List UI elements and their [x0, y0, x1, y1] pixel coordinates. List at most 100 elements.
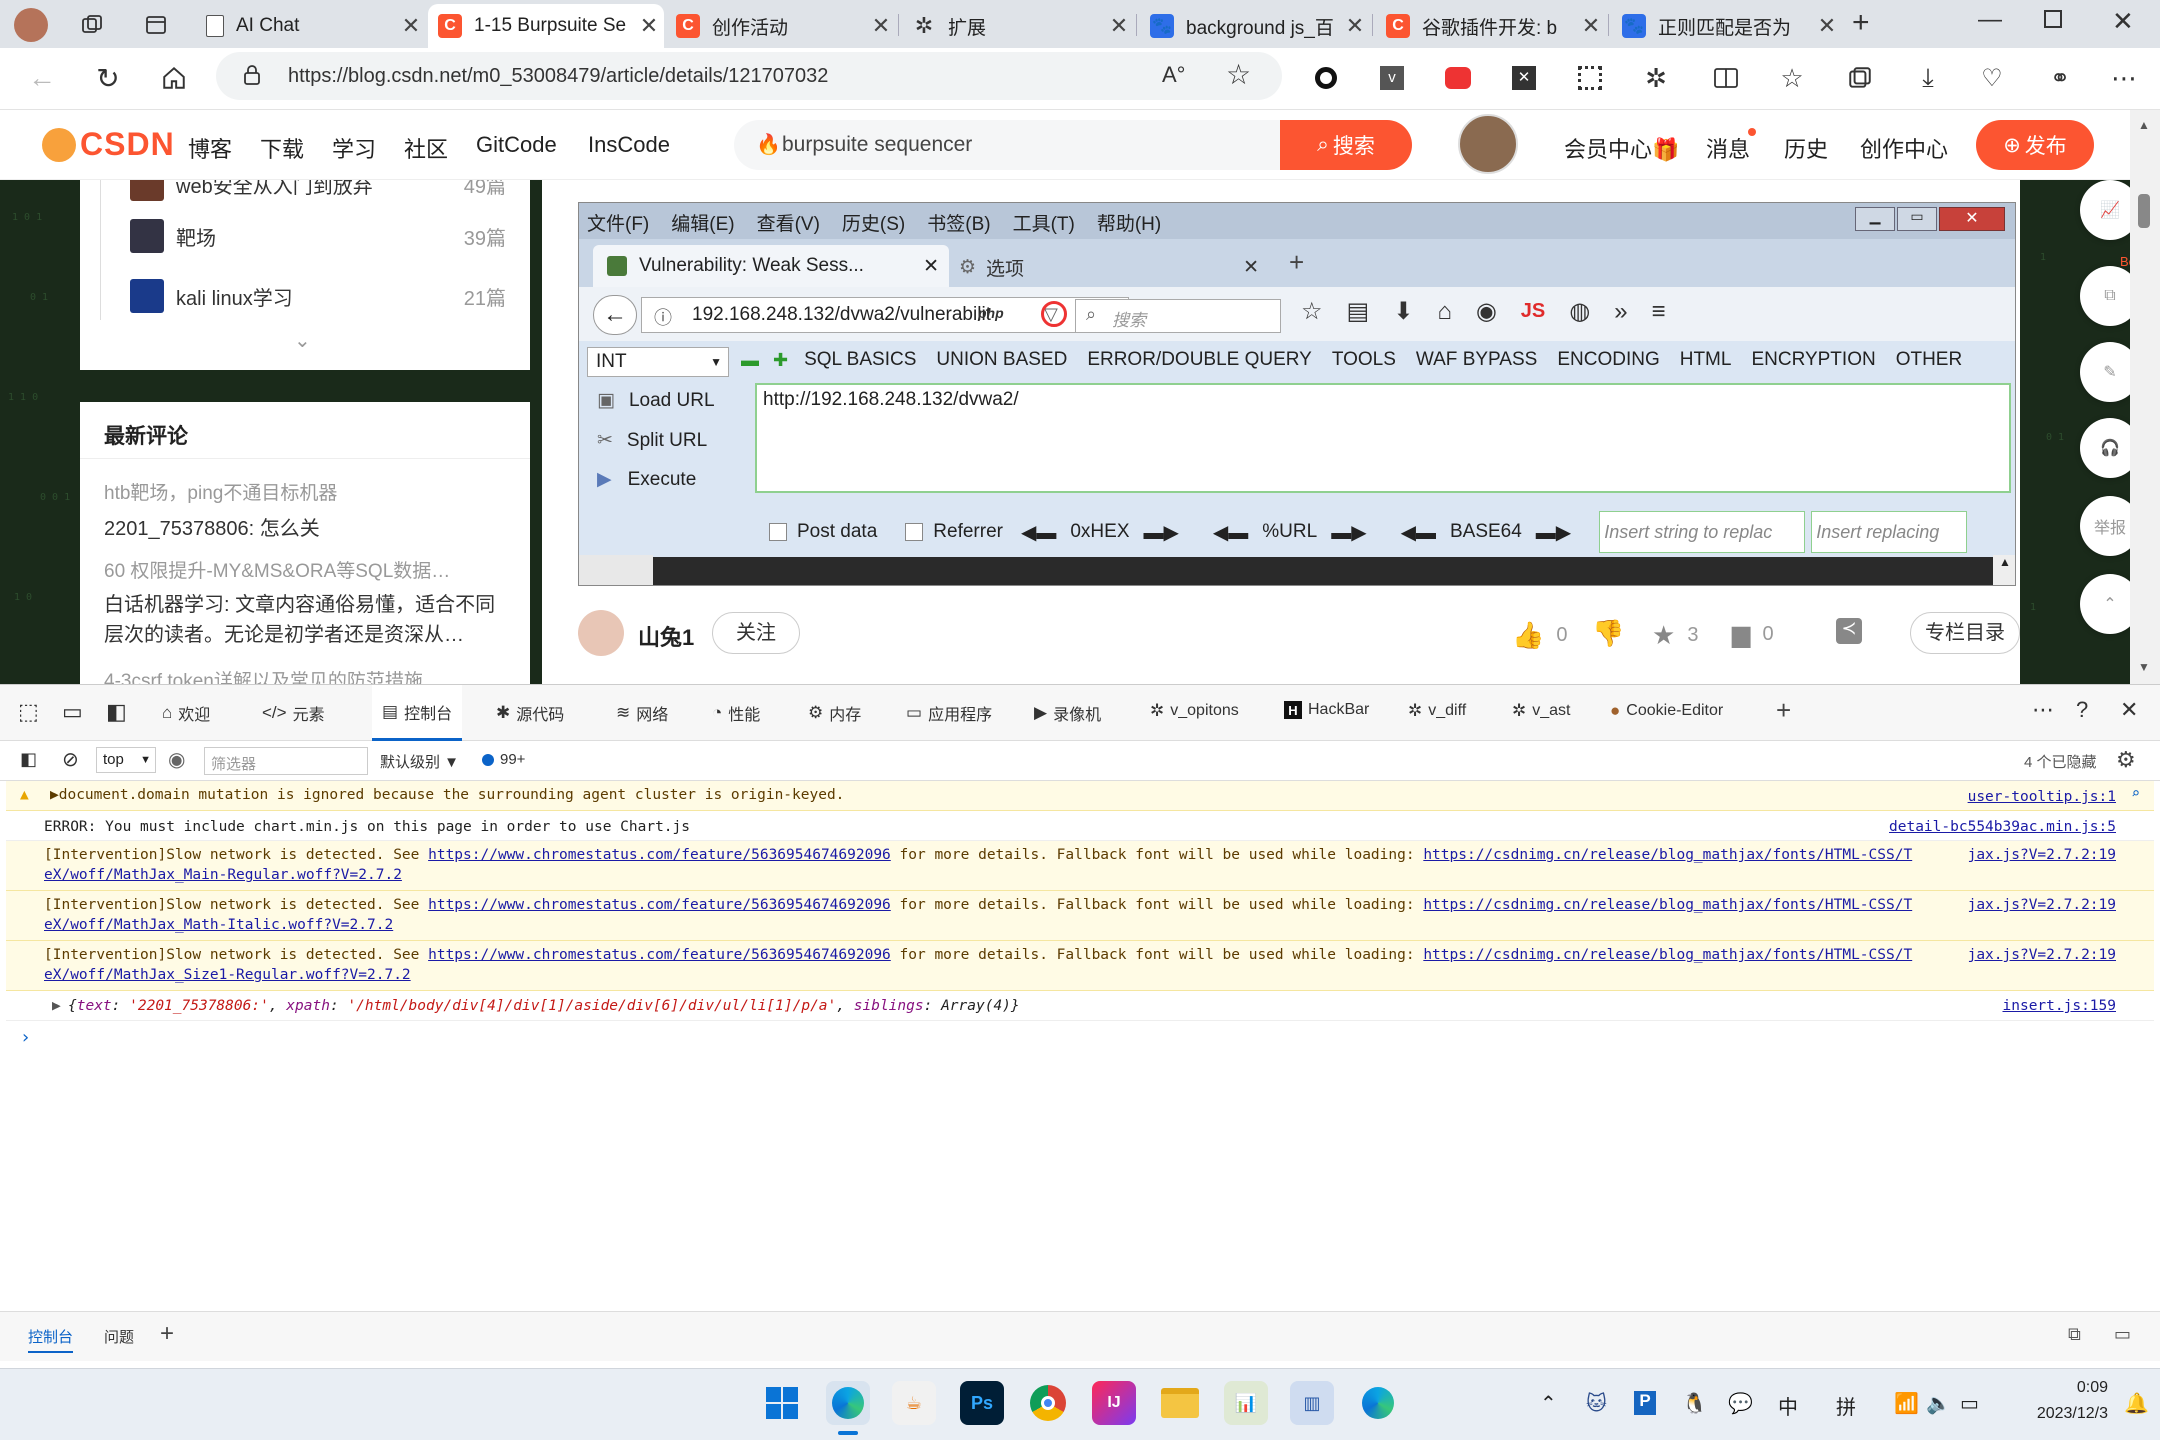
- wechat-icon[interactable]: 💬: [1728, 1391, 1753, 1416]
- tab-sources[interactable]: ✱ 源代码: [496, 701, 564, 725]
- split-screen-icon[interactable]: [1706, 58, 1746, 98]
- intellij-icon[interactable]: IJ: [1092, 1381, 1136, 1425]
- notification-bell-icon[interactable]: 🔔: [2124, 1391, 2149, 1416]
- csdn-search-input[interactable]: 🔥 burpsuite sequencer: [734, 120, 1280, 170]
- profile-avatar[interactable]: [14, 8, 48, 42]
- tray-app-icon[interactable]: 🐱: [1586, 1391, 1607, 1416]
- window-close-button[interactable]: ✕: [2112, 6, 2134, 37]
- member-center-link[interactable]: 会员中心🎁: [1564, 132, 1679, 164]
- extension-red-icon[interactable]: [1438, 58, 1478, 98]
- console-warning[interactable]: [Intervention]Slow network is detected. …: [6, 941, 2154, 991]
- csdn-search-button[interactable]: ⌕ 搜索: [1280, 120, 1412, 170]
- favorites-icon[interactable]: ☆: [1772, 58, 1812, 98]
- author-avatar[interactable]: [578, 610, 624, 656]
- publish-button[interactable]: ⊕ 发布: [1976, 120, 2094, 170]
- chrome-icon[interactable]: [1026, 1381, 1070, 1425]
- thumbs-down-icon[interactable]: 👎: [1592, 618, 1624, 649]
- console-warning[interactable]: ▲ ▶document.domain mutation is ignored b…: [6, 781, 2154, 811]
- message-link[interactable]: https://www.chromestatus.com/feature/563…: [428, 947, 891, 963]
- clock-time[interactable]: 0:09: [2010, 1379, 2108, 1397]
- close-icon[interactable]: ✕: [1340, 13, 1370, 39]
- drawer-tab-console[interactable]: 控制台: [28, 1326, 74, 1353]
- close-icon[interactable]: ✕: [1812, 13, 1842, 39]
- drawer-tab-issues[interactable]: 问题: [104, 1326, 134, 1347]
- message-link[interactable]: https://csdnimg.cn/release/blog_mathjax/…: [1423, 897, 1912, 913]
- extension-x-icon[interactable]: ✕: [1504, 58, 1544, 98]
- tab-hackbar[interactable]: H HackBar: [1284, 701, 1369, 719]
- edit-icon[interactable]: ✎: [2080, 342, 2130, 402]
- messages-link[interactable]: 消息: [1706, 132, 1750, 164]
- console-message[interactable]: ERROR: You must include chart.min.js on …: [6, 811, 2154, 841]
- context-select[interactable]: top ▼: [96, 747, 156, 773]
- message-link[interactable]: https://www.chromestatus.com/feature/563…: [428, 847, 891, 863]
- column-item[interactable]: kali linux学习 21篇: [130, 276, 530, 316]
- sidebar-toggle-icon[interactable]: ◧: [20, 749, 37, 770]
- file-explorer-icon[interactable]: [1158, 1381, 1202, 1425]
- inspect-icon[interactable]: ⬚: [18, 699, 39, 725]
- close-icon[interactable]: ✕: [396, 13, 426, 39]
- clear-console-icon[interactable]: ⊘: [62, 747, 79, 772]
- favorite-button[interactable]: ★ 3: [1652, 620, 1698, 651]
- minimize-button[interactable]: —: [1978, 6, 2002, 34]
- tab-v-diff[interactable]: ✲ v_diff: [1408, 701, 1466, 721]
- tab-cookie-editor[interactable]: ● Cookie-Editor: [1610, 701, 1723, 721]
- message-link[interactable]: https://csdnimg.cn/release/blog_mathjax/…: [1423, 847, 1912, 863]
- photoshop-icon[interactable]: Ps: [960, 1381, 1004, 1425]
- data-chart-icon[interactable]: 📈: [2080, 180, 2130, 240]
- message-source-link[interactable]: user-tooltip.js:1: [1968, 789, 2116, 805]
- nav-learn[interactable]: 学习: [332, 132, 376, 164]
- comment-text[interactable]: 2201_75378806: 怎么关: [104, 512, 320, 541]
- like-button[interactable]: 👍 0: [1512, 620, 1568, 651]
- tab-elements[interactable]: </> 元素: [262, 701, 325, 725]
- column-catalog-button[interactable]: 专栏目录: [1910, 612, 2020, 654]
- app-books-icon[interactable]: ▥: [1290, 1381, 1334, 1425]
- edge-icon[interactable]: [826, 1381, 870, 1425]
- extensions-icon[interactable]: ✲: [1636, 58, 1676, 98]
- console-warning[interactable]: [Intervention]Slow network is detected. …: [6, 841, 2154, 891]
- tab-burpsuite[interactable]: C 1-15 Burpsuite Se ✕: [428, 4, 664, 48]
- expand-triangle-icon[interactable]: ▶: [52, 998, 61, 1014]
- close-icon[interactable]: ✕: [1576, 13, 1606, 39]
- close-icon[interactable]: ✕: [634, 13, 664, 39]
- new-tab-button[interactable]: +: [1852, 6, 1870, 40]
- collections-icon[interactable]: [1840, 58, 1880, 98]
- address-bar[interactable]: https://blog.csdn.net/m0_53008479/articl…: [216, 52, 1282, 100]
- history-link[interactable]: 历史: [1784, 132, 1828, 164]
- tab-network[interactable]: ≋ 网络: [616, 701, 668, 725]
- help-icon[interactable]: ?: [2076, 697, 2088, 723]
- tray-p-icon[interactable]: P: [1634, 1391, 1656, 1415]
- eye-icon[interactable]: ◉: [168, 747, 185, 772]
- workspaces-icon[interactable]: [76, 10, 108, 40]
- creator-center-link[interactable]: 创作中心: [1860, 132, 1948, 164]
- favorite-star-icon[interactable]: ☆: [1226, 58, 1251, 91]
- log-level-select[interactable]: 默认级别 ▼: [380, 751, 459, 772]
- nav-download[interactable]: 下载: [260, 132, 304, 164]
- copilot-icon[interactable]: ⚭: [2040, 58, 2080, 98]
- extension-v-icon[interactable]: v: [1372, 58, 1412, 98]
- more-menu-icon[interactable]: ⋯: [2104, 58, 2144, 98]
- drawer-add-icon[interactable]: +: [160, 1320, 174, 1348]
- read-aloud-icon[interactable]: A°: [1162, 62, 1185, 88]
- nav-community[interactable]: 社区: [404, 132, 448, 164]
- nav-gitcode[interactable]: GitCode: [476, 132, 557, 158]
- console-filter-input[interactable]: 筛选器: [204, 747, 368, 775]
- extension-circle-icon[interactable]: [1306, 58, 1346, 98]
- tab-welcome[interactable]: ⌂ 欢迎: [162, 701, 210, 725]
- message-source-link[interactable]: jax.js?V=2.7.2:19: [1968, 947, 2116, 963]
- add-tab-button[interactable]: +: [1776, 695, 1791, 726]
- device-toolbar-icon[interactable]: ▭: [62, 699, 83, 725]
- follow-button[interactable]: 关注: [712, 612, 800, 654]
- message-link[interactable]: eX/woff/MathJax_Size1-Regular.woff?V=2.7…: [44, 967, 411, 983]
- tab-performance[interactable]: ◔ 性能: [712, 701, 760, 725]
- back-to-top-icon[interactable]: ⌃: [2080, 574, 2130, 634]
- message-link[interactable]: eX/woff/MathJax_Main-Regular.woff?V=2.7.…: [44, 867, 402, 883]
- comment-article-link[interactable]: 60 权限提升-MY&MS&ORA等SQL数据…: [104, 556, 504, 583]
- ime-mode[interactable]: 中: [1778, 1391, 1798, 1420]
- tab-regex[interactable]: 🐾 正则匹配是否为 ✕: [1612, 4, 1842, 48]
- message-source-link[interactable]: jax.js?V=2.7.2:19: [1968, 897, 2116, 913]
- console-object-log[interactable]: ▶ {text: '2201_75378806:', xpath: '/html…: [6, 991, 2154, 1021]
- tab-recorder[interactable]: ▶ 录像机: [1034, 701, 1101, 725]
- java-icon[interactable]: ☕: [892, 1381, 936, 1425]
- console-warning[interactable]: [Intervention]Slow network is detected. …: [6, 891, 2154, 941]
- author-name[interactable]: 山兔1: [638, 620, 694, 652]
